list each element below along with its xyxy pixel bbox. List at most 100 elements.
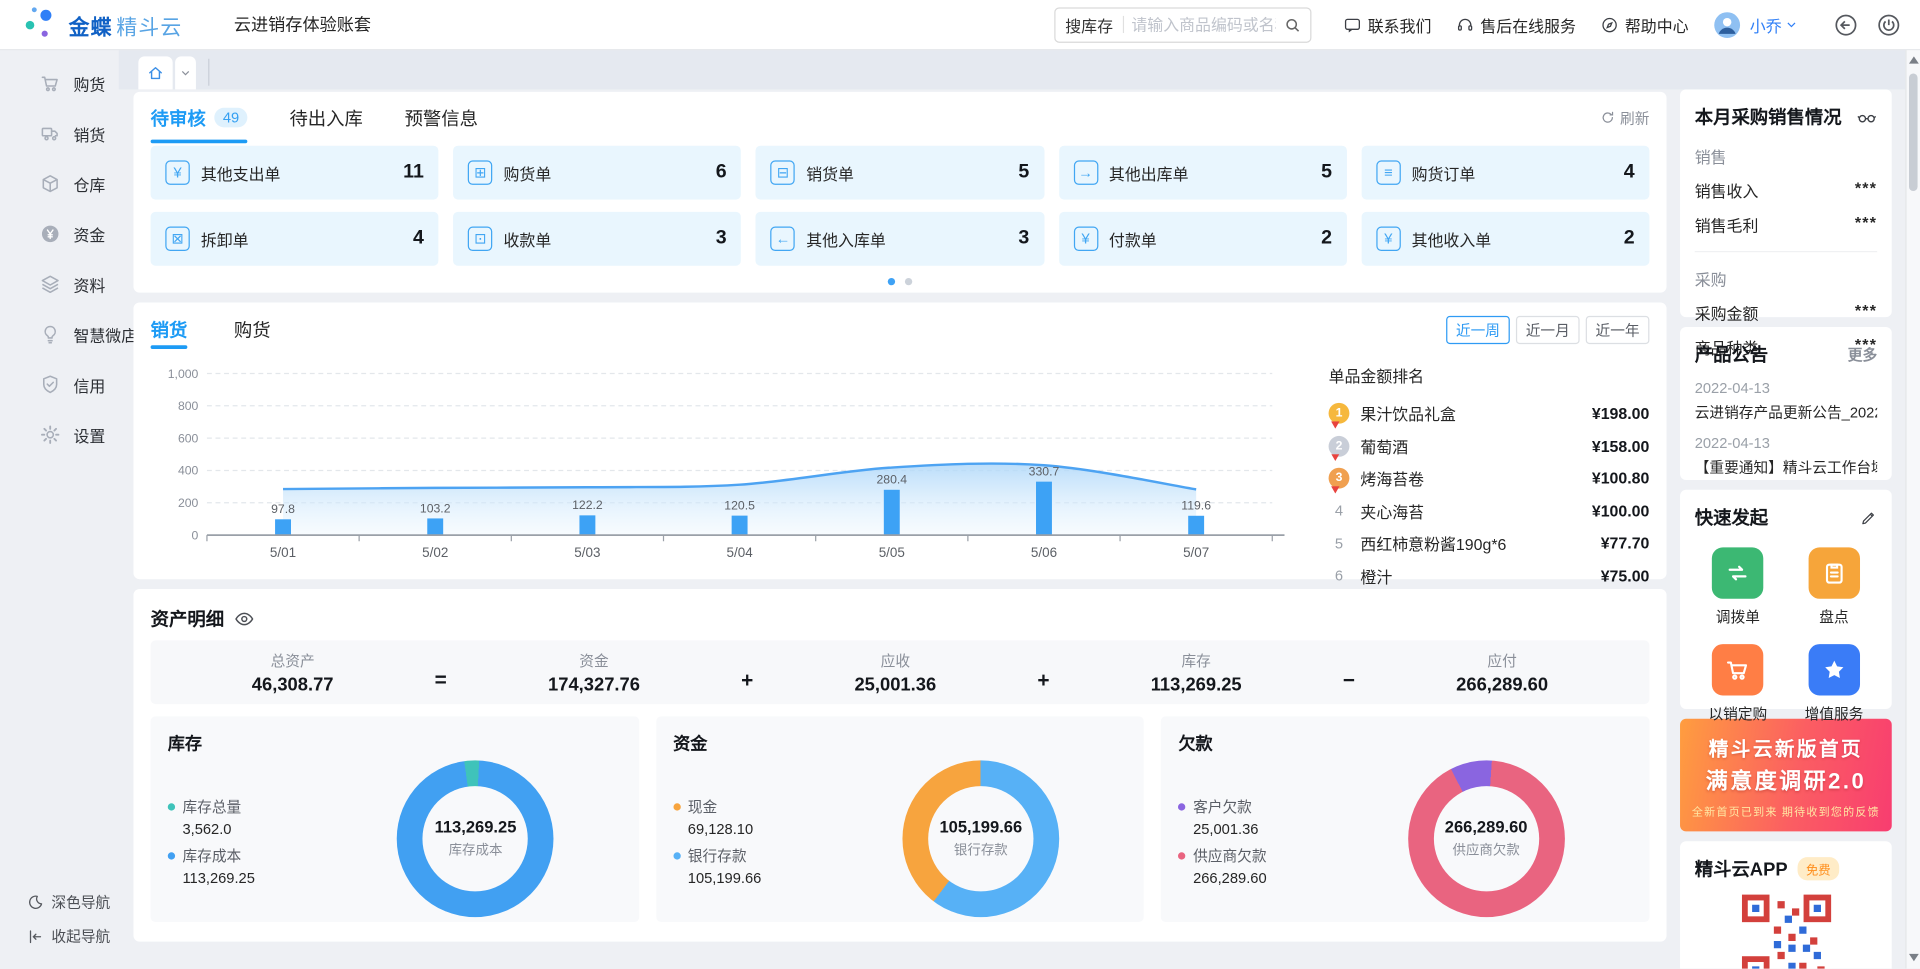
todo-tabs: 待审核 49 待出入库 预警信息 刷新	[151, 92, 1650, 143]
todo-card[interactable]: ¥ 其他支出单 11	[151, 146, 439, 200]
search-icon[interactable]	[1283, 15, 1301, 33]
inventory-legend: 库存总量 3,562.0 库存成本 113,269.25	[168, 789, 330, 889]
glasses-icon[interactable]	[1856, 109, 1877, 125]
contact-us-link[interactable]: 联系我们	[1343, 13, 1431, 36]
ranking-item[interactable]: 1 果汁饮品礼盒 ¥198.00	[1329, 402, 1650, 425]
range-week-button[interactable]: 近一周	[1446, 315, 1510, 343]
announcement-link[interactable]: 云进销存产品更新公告_20220...	[1695, 402, 1877, 423]
sidebar: 购货 销货 仓库 资金 资料 智慧微店 信用 设置	[0, 49, 119, 969]
quick-stocktake[interactable]: 盘点	[1791, 547, 1877, 627]
rank-badge: 3	[1329, 468, 1350, 489]
tab-pending-approval[interactable]: 待审核 49	[151, 92, 248, 143]
svg-text:119.6: 119.6	[1181, 499, 1211, 513]
tab-warning-info[interactable]: 预警信息	[405, 92, 478, 143]
todo-card[interactable]: ⊞ 购货单 6	[453, 146, 741, 200]
payables: 应付 266,289.60	[1456, 650, 1548, 695]
sidebar-item-purchase[interactable]: 购货	[0, 67, 119, 99]
ranking-item[interactable]: 6 橙汁 ¥75.00	[1329, 564, 1650, 587]
dark-nav-toggle[interactable]: 深色导航	[0, 891, 138, 912]
ranking-item[interactable]: 4 夹心海苔 ¥100.00	[1329, 499, 1650, 522]
inbound-icon: ←	[771, 227, 795, 251]
ranking-item[interactable]: 5 西红柿意粉酱190g*6 ¥77.70	[1329, 531, 1650, 554]
svg-text:5/06: 5/06	[1031, 545, 1057, 560]
asset-detail-panels: 库存 库存总量 3,562.0 库存成本 113,269.25 113,269.…	[151, 716, 1650, 922]
scrollbar-thumb[interactable]	[1909, 73, 1918, 191]
more-link[interactable]: 更多	[1848, 344, 1877, 365]
sidebar-item-sales[interactable]: 销货	[0, 118, 119, 150]
inventory-value: 库存 113,269.25	[1151, 650, 1242, 695]
tab-dropdown[interactable]	[175, 56, 196, 89]
sidebar-item-warehouse[interactable]: 仓库	[0, 168, 119, 200]
ranking-item[interactable]: 3 烤海苔卷 ¥100.80	[1329, 467, 1650, 490]
rank-badge: 2	[1329, 435, 1350, 456]
sales-panel: 销货 购货 近一周 近一月 近一年 02004006008001,00097.8…	[133, 302, 1666, 579]
power-button[interactable]	[1875, 10, 1903, 38]
sidebar-item-funds[interactable]: 资金	[0, 218, 119, 250]
help-center-link[interactable]: 帮助中心	[1600, 13, 1688, 36]
quick-transfer-order[interactable]: 调拨单	[1695, 547, 1781, 627]
refresh-icon	[1600, 110, 1615, 125]
chat-icon	[1343, 15, 1367, 33]
todo-card[interactable]: ⊡ 收款单 3	[453, 212, 741, 266]
warehouse-cube-icon	[39, 173, 61, 195]
survey-promo-banner[interactable]: 精斗云新版首页 满意度调研2.0 全新首页已到来 期待收到您的反馈	[1680, 719, 1892, 832]
todo-card[interactable]: ¥ 付款单 2	[1059, 212, 1347, 266]
todo-card[interactable]: ¥ 其他收入单 2	[1361, 212, 1649, 266]
todo-card[interactable]: ⊟ 销货单 5	[756, 146, 1044, 200]
todo-card[interactable]: ⊠ 拆卸单 4	[151, 212, 439, 266]
eye-icon[interactable]	[234, 609, 255, 627]
scroll-up-arrow[interactable]	[1909, 56, 1919, 63]
announcements-card: 产品公告 更多 2022-04-13 云进销存产品更新公告_20220... 2…	[1680, 327, 1892, 480]
sidebar-item-smart-store[interactable]: 智慧微店	[0, 318, 119, 350]
todo-card-grid: ¥ 其他支出单 11 ⊞ 购货单 6 ⊟ 销货单 5 → 其他出库单 5 ≡ 购…	[151, 146, 1650, 266]
inventory-search[interactable]: 搜库存	[1054, 7, 1311, 43]
collapse-icon	[27, 928, 44, 945]
page-dot-2[interactable]	[905, 278, 912, 285]
back-button[interactable]	[1832, 10, 1860, 38]
assets-panel: 资产明细 总资产 46,308.77 = 资金 174,327.76 + 应收 …	[133, 589, 1666, 942]
page-dot-1[interactable]	[888, 278, 895, 285]
other-expense-icon: ¥	[165, 160, 189, 184]
tab-pending-inout[interactable]: 待出入库	[289, 92, 362, 143]
ranking-item[interactable]: 2 葡萄酒 ¥158.00	[1329, 434, 1650, 457]
funds-donut-chart: 105,199.66 银行存款	[902, 760, 1059, 917]
transfer-icon	[1712, 547, 1763, 598]
announcement-link[interactable]: 【重要通知】精斗云工作台域...	[1695, 457, 1877, 478]
quick-sell-to-buy[interactable]: 以销定购	[1695, 644, 1781, 724]
announcement-date: 2022-04-13	[1695, 380, 1877, 397]
sidebar-item-data[interactable]: 资料	[0, 268, 119, 300]
collapse-nav-toggle[interactable]: 收起导航	[0, 926, 138, 947]
range-year-button[interactable]: 近一年	[1586, 315, 1650, 343]
todo-card[interactable]: ← 其他入库单 3	[756, 212, 1044, 266]
range-month-button[interactable]: 近一月	[1516, 315, 1580, 343]
svg-text:5/02: 5/02	[422, 545, 448, 560]
debts-panel: 欠款 客户欠款 25,001.36 供应商欠款 266,289.60 266,2…	[1161, 716, 1649, 922]
cart-icon	[39, 72, 61, 94]
vertical-scrollbar[interactable]	[1905, 49, 1920, 969]
tab-purchase[interactable]: 购货	[234, 302, 271, 356]
user-menu[interactable]: 小乔	[1713, 10, 1798, 38]
rank-badge: 6	[1329, 565, 1350, 586]
sidebar-item-credit[interactable]: 信用	[0, 369, 119, 401]
tab-sales[interactable]: 销货	[151, 302, 188, 356]
svg-text:330.7: 330.7	[1029, 465, 1060, 479]
quick-value-added-service[interactable]: 增值服务	[1791, 644, 1877, 724]
funds-total: 资金 174,327.76	[548, 650, 640, 695]
todo-card[interactable]: → 其他出库单 5	[1059, 146, 1347, 200]
home-tab[interactable]	[138, 56, 172, 89]
purchase-order-icon: ≡	[1376, 160, 1400, 184]
sales-section-header: 销售	[1695, 144, 1877, 167]
pencil-icon[interactable]	[1860, 509, 1877, 526]
asset-formula-bar: 总资产 46,308.77 = 资金 174,327.76 + 应收 25,00…	[151, 640, 1650, 704]
brand-light: 精斗云	[116, 9, 182, 40]
announcements-title: 产品公告	[1695, 342, 1768, 368]
search-scope-label[interactable]: 搜库存	[1055, 13, 1122, 36]
refresh-button[interactable]: 刷新	[1600, 107, 1649, 128]
divider	[208, 59, 209, 86]
scroll-down-arrow[interactable]	[1909, 954, 1919, 961]
after-sales-service-link[interactable]: 售后在线服务	[1456, 13, 1576, 36]
todo-card[interactable]: ≡ 购货订单 4	[1361, 146, 1649, 200]
sidebar-item-settings[interactable]: 设置	[0, 419, 119, 451]
search-input[interactable]	[1124, 15, 1283, 33]
gear-icon	[39, 424, 61, 446]
